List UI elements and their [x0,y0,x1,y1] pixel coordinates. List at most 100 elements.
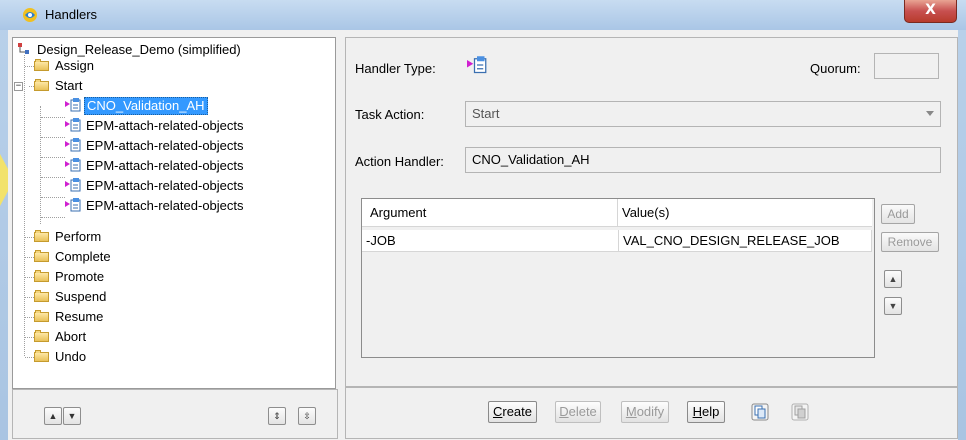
copy-icon[interactable] [751,403,769,421]
folder-icon [34,330,50,342]
tree-item-handler-selected[interactable]: CNO_Validation_AH [65,96,208,116]
help-button[interactable]: Help [687,401,725,423]
app-icon [23,8,37,22]
handler-type-icon[interactable] [467,55,487,75]
tree-item-handler[interactable]: EPM-attach-related-objects [65,156,246,176]
triangle-down-icon: ▼ [67,411,77,421]
window-title: Handlers [45,7,98,22]
help-button-label: Help [692,404,720,419]
tree-line [25,357,34,358]
tree-item-label: EPM-attach-related-objects [86,198,244,213]
tree-item-complete[interactable]: Complete [34,247,113,267]
handler-type-label: Handler Type: [355,61,436,76]
tree-item-start[interactable]: Start [34,76,84,96]
expand-icon: ⇕ [273,411,281,421]
column-header-argument[interactable]: Argument [362,199,618,227]
tree-line [40,106,41,224]
tree-item-handler[interactable]: EPM-attach-related-objects [65,196,246,216]
add-argument-button[interactable]: Add [881,204,915,224]
tree-line [41,157,65,158]
tree-item-assign[interactable]: Assign [34,56,96,76]
tree-line [25,297,34,298]
tree-item-handler[interactable]: EPM-attach-related-objects [65,136,246,156]
create-button[interactable]: Create [488,401,537,423]
move-down-button[interactable]: ▼ [63,407,81,425]
task-action-label: Task Action: [355,107,425,122]
tree-item-label: EPM-attach-related-objects [86,138,244,153]
tree-item-label: Suspend [55,289,107,304]
tree-line [41,117,65,118]
modify-button-label: Modify [625,404,665,419]
quorum-input[interactable] [874,53,939,79]
tree-item-resume[interactable]: Resume [34,307,105,327]
collapse-icon[interactable]: − [14,82,23,91]
tree-item-label: Start [55,78,83,93]
triangle-up-icon: ▲ [888,274,898,284]
move-up-button[interactable]: ▲ [44,407,62,425]
process-root-icon [18,43,29,54]
triangle-down-icon: ▼ [888,301,898,311]
action-handler-label: Action Handler: [355,154,444,169]
handler-icon [65,178,81,192]
collapse-all-button[interactable]: ⇳ [298,407,316,425]
folder-icon [34,230,50,242]
tree-line [25,337,34,338]
delete-button-label: Delete [559,404,597,419]
tree-item-label: Resume [55,309,104,324]
task-action-value: Start [472,106,500,121]
folder-icon [34,270,50,282]
tree-line [41,137,65,138]
handler-icon [65,98,81,112]
folder-icon [34,290,50,302]
tree-item-suspend[interactable]: Suspend [34,287,108,307]
move-argument-up-button[interactable]: ▲ [884,270,902,288]
tree-line [25,317,34,318]
tree-item-label: Abort [55,329,87,344]
paste-icon[interactable] [791,403,809,421]
action-handler-field[interactable]: CNO_Validation_AH [465,147,941,173]
delete-button[interactable]: Delete [555,401,601,423]
folder-icon [34,350,50,362]
modify-button[interactable]: Modify [621,401,669,423]
close-button[interactable]: X [904,0,957,23]
tree-item-abort[interactable]: Abort [34,327,88,347]
tree-item-handler[interactable]: EPM-attach-related-objects [65,176,246,196]
tree-item-label: EPM-attach-related-objects [86,158,244,173]
tree-item-promote[interactable]: Promote [34,267,106,287]
tree-line [25,257,34,258]
tree-line [41,177,65,178]
move-argument-down-button[interactable]: ▼ [884,297,902,315]
chevron-down-icon [926,111,934,116]
tree-item-label: Undo [55,349,87,364]
tree-line [41,217,65,218]
expand-all-button[interactable]: ⇕ [268,407,286,425]
task-action-select[interactable]: Start [465,101,941,127]
tree-item-perform[interactable]: Perform [34,227,103,247]
tree-item-label: Complete [55,249,111,264]
collapse-all-icon: ⇳ [303,411,311,421]
folder-icon [34,59,50,71]
tree-item-label: Assign [55,58,95,73]
handler-icon [65,138,81,152]
tree-line [41,197,65,198]
tree-item-label: CNO_Validation_AH [84,97,208,115]
tree-item-label: Promote [55,269,105,284]
tree-item-undo[interactable]: Undo [34,347,88,367]
column-header-values[interactable]: Value(s) [618,199,872,227]
arguments-table[interactable]: Argument Value(s) -JOB VAL_CNO_DESIGN_RE… [361,198,875,358]
folder-icon [34,250,50,262]
tree-line [25,66,34,67]
tree-toolbar: ▲ ▼ ⇕ ⇳ [12,389,338,439]
table-cell-argument[interactable]: -JOB [362,230,619,252]
handler-tree[interactable]: Design_Release_Demo (simplified) Assign … [12,37,336,389]
tree-item-label: EPM-attach-related-objects [86,178,244,193]
folder-open-icon [34,79,50,91]
quorum-label: Quorum: [810,61,861,76]
handler-icon [65,198,81,212]
handler-icon [65,118,81,132]
remove-argument-button[interactable]: Remove [881,232,939,252]
triangle-up-icon: ▲ [48,411,58,421]
handlers-window: Handlers X Design_Release_Demo (simplifi… [0,0,966,440]
tree-item-handler[interactable]: EPM-attach-related-objects [65,116,246,136]
table-cell-value[interactable]: VAL_CNO_DESIGN_RELEASE_JOB [619,230,872,252]
